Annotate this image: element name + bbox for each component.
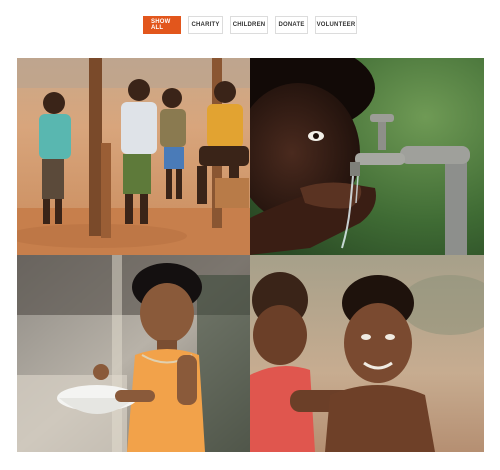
photo-gallery	[17, 58, 484, 452]
filter-charity-button[interactable]: CHARITY	[188, 16, 223, 34]
gallery-item-children-standing[interactable]	[17, 58, 250, 255]
filter-bar: SHOW ALL CHARITY CHILDREN DONATE VOLUNTE…	[0, 16, 500, 36]
gallery-item-child-drinking-water[interactable]	[250, 58, 484, 255]
filter-children-button[interactable]: CHILDREN	[230, 16, 268, 34]
filter-show-all-button[interactable]: SHOW ALL	[143, 16, 181, 34]
girl-holding-bowl-photo	[17, 255, 250, 452]
filter-volunteer-button[interactable]: VOLUNTEER	[315, 16, 357, 34]
filter-donate-button[interactable]: DONATE	[275, 16, 308, 34]
child-drinking-from-tap-photo	[250, 58, 484, 255]
two-children-hugging-photo	[250, 255, 484, 452]
four-children-standing-photo	[17, 58, 250, 255]
gallery-item-two-children[interactable]	[250, 255, 484, 452]
gallery-item-girl-with-bowl[interactable]	[17, 255, 250, 452]
